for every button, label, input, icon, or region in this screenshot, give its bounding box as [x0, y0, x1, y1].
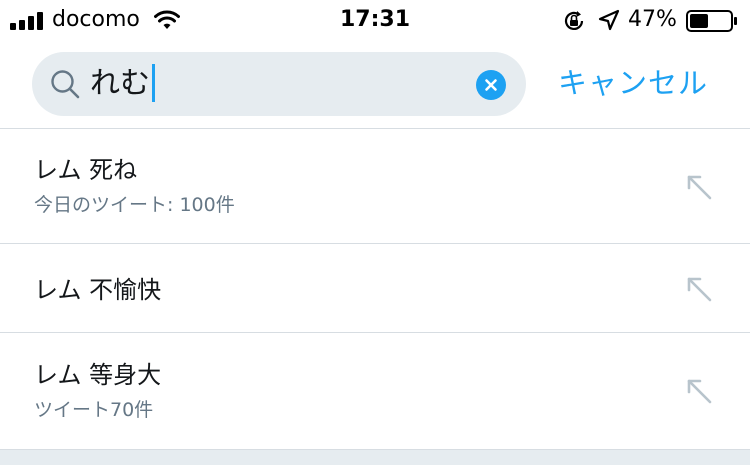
suggestion-subtitle: ツイート70件	[34, 399, 154, 421]
location-icon	[598, 9, 620, 31]
search-field[interactable]: れむ	[32, 52, 526, 116]
fill-query-arrow-icon[interactable]	[684, 376, 714, 406]
search-input[interactable]: れむ	[90, 65, 150, 103]
cancel-button[interactable]: キャンセル	[558, 64, 708, 102]
list-footer-band	[0, 450, 750, 465]
battery-icon	[686, 10, 737, 32]
rotation-lock-icon	[564, 11, 584, 30]
clear-search-button[interactable]	[476, 70, 506, 100]
battery-percent: 47%	[628, 7, 677, 32]
suggestion-subtitle: 今日のツイート: 100件	[34, 194, 235, 216]
fill-query-arrow-icon[interactable]	[684, 274, 714, 304]
status-bar: docomo 17:31 47%	[0, 0, 750, 40]
suggestion-item[interactable]: レム 不愉快	[0, 244, 750, 332]
text-caret	[152, 64, 155, 102]
suggestion-title: レム 等身大	[34, 361, 162, 389]
search-icon	[51, 70, 80, 99]
suggestion-item[interactable]: レム 等身大 ツイート70件	[0, 333, 750, 449]
suggestion-item[interactable]: レム 死ね 今日のツイート: 100件	[0, 129, 750, 243]
suggestion-title: レム 不愉快	[34, 276, 162, 304]
fill-query-arrow-icon[interactable]	[684, 172, 714, 202]
suggestion-title: レム 死ね	[34, 156, 138, 184]
